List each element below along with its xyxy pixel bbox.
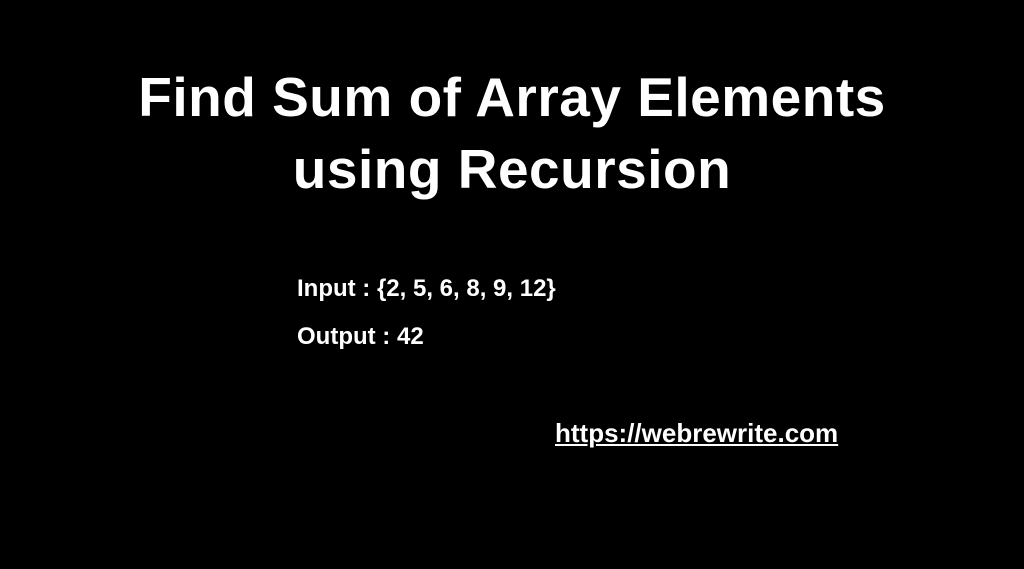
- title-line-1: Find Sum of Array Elements: [0, 62, 1024, 134]
- output-label: Output :: [297, 323, 397, 350]
- source-url: https://webrewrite.com: [555, 418, 838, 449]
- input-value: {2, 5, 6, 8, 9, 12}: [377, 275, 556, 302]
- example-block: Input : {2, 5, 6, 8, 9, 12} Output : 42: [297, 275, 556, 371]
- example-input: Input : {2, 5, 6, 8, 9, 12}: [297, 275, 556, 303]
- slide-title: Find Sum of Array Elements using Recursi…: [0, 0, 1024, 205]
- output-value: 42: [397, 323, 424, 350]
- example-output: Output : 42: [297, 323, 556, 351]
- title-line-2: using Recursion: [0, 134, 1024, 206]
- input-label: Input :: [297, 275, 377, 302]
